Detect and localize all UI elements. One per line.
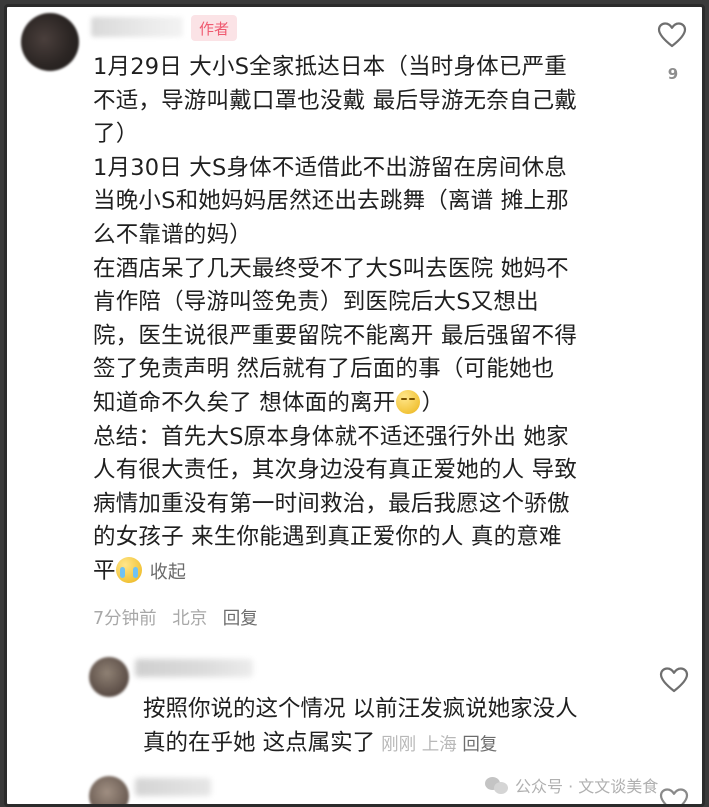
comment-body: 1月29日 大小S全家抵达日本（当时身体已严重 不适，导游叫戴口罩也没戴 最后导… <box>93 51 633 590</box>
comment-line: 人有很大责任，其次身边没有真正爱她的人 导致 <box>93 457 578 484</box>
comment-line-suffix: ） <box>421 389 445 416</box>
author-name-blurred[interactable] <box>91 17 183 37</box>
reply-line-with-meta: 真的在乎她 这点属实了 刚刚 上海 回复 <box>143 726 623 762</box>
comment-thread: 作者 1月29日 大小S全家抵达日本（当时身体已严重 不适，导游叫戴口罩也没戴 … <box>4 4 705 807</box>
comment-location: 北京 <box>172 609 208 629</box>
wechat-icon <box>485 775 509 795</box>
crying-emoji-icon <box>115 556 142 583</box>
reply2-like-button[interactable] <box>659 787 689 804</box>
author-avatar[interactable] <box>21 13 79 71</box>
comment-line: 1月30日 大S身体不适借此不出游留在房间休息 <box>93 154 567 181</box>
comment-line: 肯作陪（导游叫签免责）到医院后大S又想出 <box>93 289 539 316</box>
comment-line: 院，医生说很严重要留院不能离开 最后强留不得 <box>93 322 578 349</box>
comment-line: 不适，导游叫戴口罩也没戴 最后导游无奈自己戴 <box>93 87 578 114</box>
reply-time: 刚刚 <box>381 735 417 755</box>
heart-outline-icon <box>659 667 689 693</box>
reply-button[interactable]: 回复 <box>223 609 258 629</box>
comment-line: 1月29日 大小S全家抵达日本（当时身体已严重 <box>93 54 567 80</box>
reply-meta: 刚刚 上海 回复 <box>381 735 497 755</box>
comment-line: 病情加重没有第一时间救治，最后我愿这个骄傲 <box>93 490 570 517</box>
comment-line: 总结：首先大S原本身体就不适还强行外出 她家 <box>93 423 569 450</box>
pensive-emoji-icon <box>396 389 421 414</box>
reply-reply-button[interactable]: 回复 <box>462 735 497 755</box>
comment-line: 么不靠谱的妈） <box>93 221 252 248</box>
comment-line: 的女孩子 来生你能遇到真正爱你的人 真的意难 <box>93 524 562 551</box>
comment-line-text: 平 <box>93 557 116 584</box>
author-badge: 作者 <box>191 15 237 41</box>
reply-line: 按照你说的这个情况 以前汪发疯说她家没人 <box>143 696 578 722</box>
watermark-text: 公众号 · 文文谈美食 <box>515 777 659 796</box>
heart-outline-icon <box>659 788 689 804</box>
collapse-button[interactable]: 收起 <box>150 562 186 583</box>
comment-time: 7分钟前 <box>93 609 157 629</box>
comment-line-with-emoji: 知道命不久矣了 想体面的离开 ） <box>93 387 633 421</box>
reply-avatar[interactable] <box>89 657 129 697</box>
comment-line-text: 知道命不久矣了 想体面的离开 <box>93 389 396 416</box>
comment-last-line: 平 收起 <box>93 555 633 590</box>
reply-location: 上海 <box>421 735 457 755</box>
comment-line: 签了免责声明 然后就有了后面的事（可能她也 <box>93 356 555 383</box>
reply-line-text: 真的在乎她 这点属实了 <box>143 730 376 756</box>
reply-like-button[interactable] <box>659 666 689 694</box>
like-count: 9 <box>667 65 679 83</box>
wechat-watermark: 公众号 · 文文谈美食 <box>485 773 658 797</box>
reply2-avatar[interactable] <box>89 776 129 804</box>
reply-author-name-blurred[interactable] <box>135 659 253 677</box>
reply-body: 按照你说的这个情况 以前汪发疯说她家没人 真的在乎她 这点属实了 刚刚 上海 回复 <box>143 692 623 762</box>
heart-outline-icon <box>657 22 687 48</box>
comment-meta: 7分钟前 北京 回复 <box>93 605 268 630</box>
like-button[interactable] <box>657 21 687 49</box>
reply2-author-name-blurred[interactable] <box>135 778 211 796</box>
comment-line: 了） <box>93 121 139 148</box>
comment-line: 当晚小S和她妈妈居然还出去跳舞（离谱 摊上那 <box>93 188 569 215</box>
comment-line: 在酒店呆了几天最终受不了大S叫去医院 她妈不 <box>93 255 569 282</box>
